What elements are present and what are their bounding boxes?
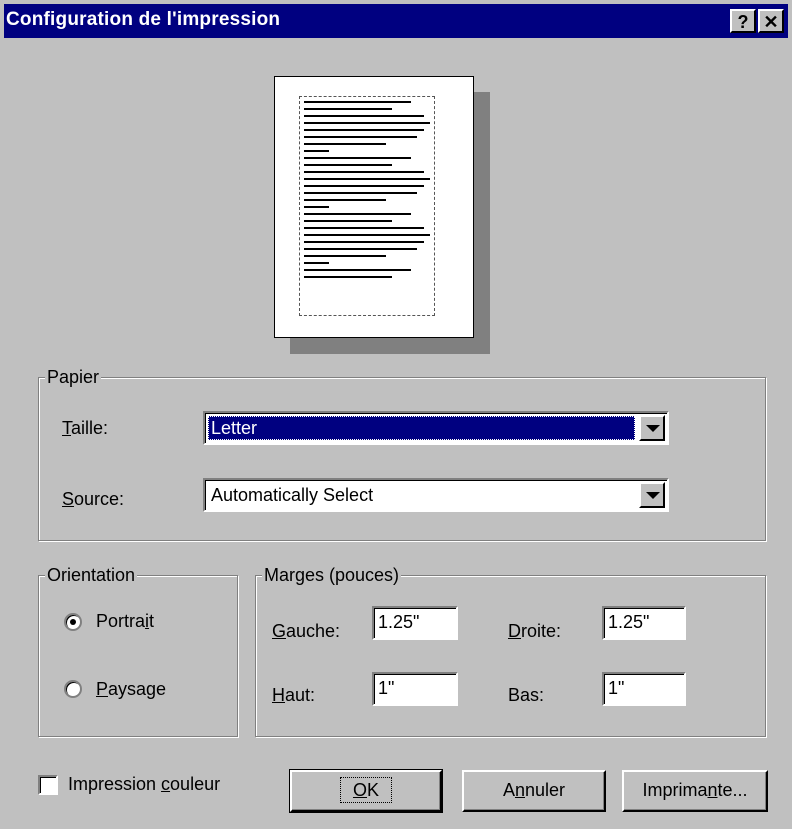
- paper-size-label: Taille:: [62, 418, 109, 438]
- margins-group-label: Marges (pouces): [262, 564, 402, 586]
- margin-left-field[interactable]: 1.25": [372, 606, 458, 640]
- orientation-group-label: Orientation: [45, 564, 138, 586]
- paper-source-select[interactable]: Automatically Select: [203, 478, 669, 512]
- color-print-label[interactable]: Impression couleur: [68, 773, 220, 795]
- landscape-label[interactable]: Paysage: [96, 678, 166, 700]
- paper-source-value: Automatically Select: [211, 485, 374, 505]
- paper-group: Papier: [38, 366, 766, 541]
- paper-source-label: Source:: [62, 489, 125, 509]
- chevron-down-icon[interactable]: [639, 482, 665, 508]
- portrait-label[interactable]: Portrait: [96, 610, 154, 632]
- color-print-checkbox[interactable]: [38, 775, 58, 795]
- cancel-button[interactable]: Annuler: [462, 770, 606, 812]
- margin-bottom-label: Bas:: [508, 685, 545, 705]
- ok-button-label: OK: [339, 777, 393, 803]
- preview-text-lines: [304, 101, 430, 283]
- page-preview: [274, 76, 474, 338]
- margin-right-label: Droite:: [508, 621, 562, 641]
- paper-group-label: Papier: [45, 366, 102, 388]
- close-button[interactable]: ✕: [758, 9, 784, 33]
- window-title: Configuration de l'impression: [6, 9, 281, 30]
- landscape-radio[interactable]: [64, 680, 82, 698]
- printer-button[interactable]: Imprimante...: [622, 770, 768, 812]
- preview-margin-guide: [299, 96, 435, 316]
- paper-size-select[interactable]: Letter: [203, 411, 669, 445]
- paper-size-value: Letter: [208, 416, 635, 440]
- title-bar: Configuration de l'impression ? ✕: [4, 4, 788, 38]
- margin-right-field[interactable]: 1.25": [602, 606, 686, 640]
- margin-left-label: Gauche:: [272, 621, 341, 641]
- margin-bottom-field[interactable]: 1": [602, 672, 686, 706]
- margins-group: Marges (pouces): [255, 564, 766, 737]
- ok-button[interactable]: OK: [289, 769, 443, 813]
- margin-top-field[interactable]: 1": [372, 672, 458, 706]
- portrait-radio[interactable]: [64, 613, 82, 631]
- help-button[interactable]: ?: [730, 9, 756, 33]
- chevron-down-icon[interactable]: [639, 415, 665, 441]
- margin-top-label: Haut:: [272, 685, 316, 705]
- orientation-group: Orientation: [38, 564, 238, 737]
